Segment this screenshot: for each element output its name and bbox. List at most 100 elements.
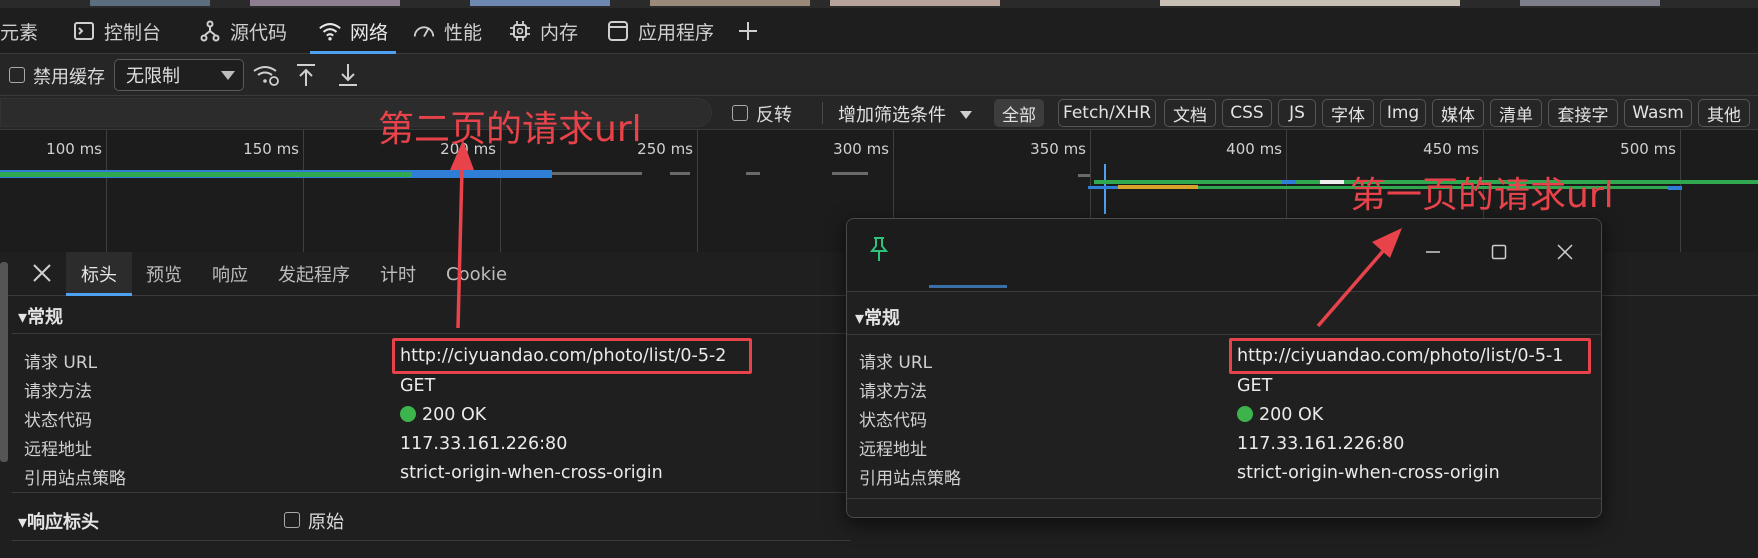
filter-type-chip[interactable]: 字体 <box>1322 99 1374 127</box>
filter-type-chip[interactable]: JS <box>1278 99 1316 127</box>
timeline-tick-label: 450 ms <box>1423 140 1479 158</box>
disable-cache-checkbox[interactable] <box>9 67 25 83</box>
status-code-label: 状态代码 <box>859 411 927 431</box>
divider <box>822 102 823 124</box>
referrer-policy-value: strict-origin-when-cross-origin <box>400 463 663 483</box>
response-headers-section-toggle[interactable]: ▾响应标头 <box>18 508 99 534</box>
tab-sources[interactable]: 源代码 <box>198 8 287 54</box>
filter-type-chip[interactable]: 套接字 <box>1548 99 1618 127</box>
tab-cookies[interactable]: Cookie <box>446 252 507 296</box>
timeline-request-bar <box>1118 185 1198 189</box>
chip-label: JS <box>1289 103 1305 123</box>
timeline-tick-label: 100 ms <box>46 140 102 158</box>
general-section-title: 常规 <box>864 308 901 329</box>
status-code-value: 200 OK <box>1237 405 1323 425</box>
timeline-marker <box>1104 164 1106 214</box>
general-section-toggle[interactable]: ▾常规 <box>18 303 63 329</box>
tab-preview[interactable]: 预览 <box>146 252 182 296</box>
status-code-value: 200 OK <box>400 405 486 425</box>
disable-cache-label: 禁用缓存 <box>33 67 105 88</box>
tab-label: 计时 <box>380 265 416 286</box>
maximize-button[interactable] <box>1483 236 1515 268</box>
request-method-value: GET <box>1237 376 1273 396</box>
scrollbar[interactable] <box>0 262 8 462</box>
thumbnail <box>250 0 400 6</box>
general-section-toggle[interactable]: ▾常规 <box>855 304 900 330</box>
filter-type-chip[interactable]: 媒体 <box>1432 99 1484 127</box>
chip-label: 清单 <box>1499 105 1533 126</box>
more-tools-button[interactable] <box>736 8 760 54</box>
tab-label: 标头 <box>81 265 117 286</box>
filter-row: 反转 增加筛选条件 全部 Fetch/XHR 文档 CSS JS 字体 Img … <box>0 96 1758 130</box>
request-method-value: GET <box>400 376 436 396</box>
chevron-down-icon <box>959 111 972 119</box>
console-icon <box>72 19 96 43</box>
raw-checkbox[interactable] <box>284 512 300 528</box>
filter-type-chip[interactable]: 清单 <box>1490 99 1542 127</box>
chip-label: 其他 <box>1707 105 1741 126</box>
tab-indicator <box>929 285 1007 288</box>
tab-response[interactable]: 响应 <box>212 252 248 296</box>
remote-address-label: 远程地址 <box>859 440 927 460</box>
chip-label: 全部 <box>1002 105 1036 126</box>
export-har-icon[interactable] <box>336 62 360 93</box>
filter-type-chip[interactable]: Img <box>1380 99 1426 127</box>
request-method-label: 请求方法 <box>24 382 92 402</box>
tab-label: Cookie <box>446 263 508 285</box>
timeline-request-bar <box>552 172 642 175</box>
divider <box>847 334 1601 335</box>
invert-checkbox[interactable] <box>732 105 748 121</box>
tab-label: 发起程序 <box>278 265 350 286</box>
tab-headers[interactable]: 标头 <box>66 252 132 296</box>
window-titlebar[interactable] <box>847 219 1601 289</box>
tab-label: 源代码 <box>230 21 288 44</box>
tab-console[interactable]: 控制台 <box>72 8 161 54</box>
filter-type-chip[interactable]: Fetch/XHR <box>1058 99 1156 127</box>
plus-icon <box>736 19 760 43</box>
import-har-icon[interactable] <box>294 62 318 93</box>
status-ok-icon <box>400 406 416 422</box>
request-url-label: 请求 URL <box>859 353 933 373</box>
timeline-request-bar <box>1668 186 1682 190</box>
divider <box>847 498 1601 499</box>
timeline-tick-label: 350 ms <box>1030 140 1086 158</box>
tab-timing[interactable]: 计时 <box>380 252 416 296</box>
application-icon <box>606 19 630 43</box>
throttling-value: 无限制 <box>126 66 180 87</box>
devtools-main-tabbar: 元素 控制台 源代码 网络 性能 内存 应用程序 <box>0 8 1758 54</box>
close-window-button[interactable] <box>1549 236 1581 268</box>
filter-type-chip[interactable]: 全部 <box>994 99 1044 127</box>
filter-type-chip[interactable]: Wasm <box>1624 99 1692 127</box>
timeline-request-bar <box>1282 180 1296 184</box>
more-filters-dropdown[interactable]: 增加筛选条件 <box>838 101 972 127</box>
timeline-request-bar <box>1320 180 1344 184</box>
filter-type-chip[interactable]: 其他 <box>1698 99 1750 127</box>
chip-label: 文档 <box>1173 105 1207 126</box>
chip-label: 媒体 <box>1441 105 1475 126</box>
throttling-select[interactable]: 无限制 <box>114 59 244 91</box>
tab-label: 控制台 <box>104 21 162 44</box>
referrer-policy-label: 引用站点策略 <box>24 469 126 489</box>
chip-label: 字体 <box>1331 105 1365 126</box>
raw-label: 原始 <box>308 512 344 533</box>
wifi-icon <box>318 19 342 43</box>
timeline-tick-label: 300 ms <box>833 140 889 158</box>
tab-memory[interactable]: 内存 <box>508 8 578 54</box>
chip-label: 套接字 <box>1557 105 1609 126</box>
tab-initiator[interactable]: 发起程序 <box>278 252 350 296</box>
tab-performance[interactable]: 性能 <box>412 8 482 54</box>
general-section-title: 常规 <box>27 307 64 328</box>
filter-type-chip[interactable]: 文档 <box>1164 99 1216 127</box>
remote-address-value: 117.33.161.226:80 <box>1237 434 1405 454</box>
tab-elements[interactable]: 元素 <box>0 8 38 54</box>
filter-type-chip[interactable]: CSS <box>1222 99 1272 127</box>
tab-label: 性能 <box>444 21 483 44</box>
url-highlight-box <box>1229 338 1591 374</box>
network-conditions-icon[interactable] <box>252 62 280 93</box>
tab-network[interactable]: 网络 <box>309 8 397 54</box>
close-icon[interactable] <box>30 261 54 290</box>
pin-icon[interactable] <box>867 235 891 268</box>
minimize-button[interactable] <box>1417 236 1449 268</box>
tab-application[interactable]: 应用程序 <box>606 8 714 54</box>
timeline-tick-label: 150 ms <box>243 140 299 158</box>
